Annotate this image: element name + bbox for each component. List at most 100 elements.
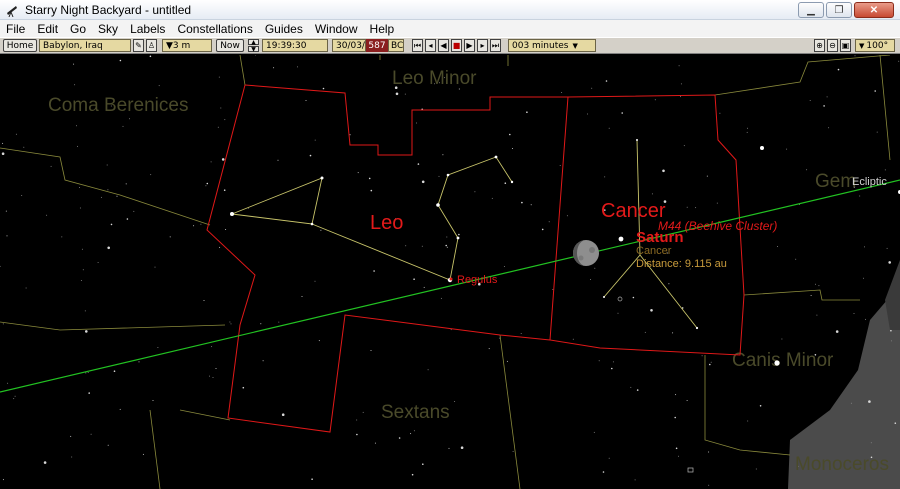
label-cancer: Cancer <box>601 200 666 222</box>
star <box>77 145 78 147</box>
close-icon: ✕ <box>869 4 879 16</box>
star <box>422 463 424 466</box>
star <box>828 127 830 129</box>
star <box>25 287 27 289</box>
time-field[interactable]: 19:39:30 <box>262 39 328 52</box>
time-up-icon[interactable]: ▲ <box>248 39 259 46</box>
star <box>242 386 245 389</box>
star <box>759 405 762 407</box>
star <box>530 204 532 206</box>
date-field[interactable]: 30/03/ <box>332 39 366 52</box>
sky-view[interactable]: Leo Minor Coma Berenices Gem Canis Minor… <box>0 55 900 489</box>
star <box>278 321 280 323</box>
star <box>591 87 593 89</box>
star <box>594 267 596 269</box>
stop-icon[interactable]: ■ <box>451 39 462 52</box>
moon[interactable] <box>573 240 599 266</box>
play-icon[interactable]: ▶ <box>464 39 475 52</box>
star <box>212 377 214 378</box>
star <box>106 164 108 166</box>
pencil-icon[interactable]: ✎ <box>133 39 144 52</box>
fov-field[interactable]: ▼ 100° <box>855 39 895 52</box>
info-distance: Distance: 9.115 au <box>636 258 727 270</box>
star <box>818 285 820 287</box>
star <box>150 174 152 176</box>
zoom-out-icon[interactable]: ⊖ <box>827 39 838 52</box>
menu-sky[interactable]: Sky <box>92 22 124 36</box>
star <box>630 386 632 388</box>
ecliptic-label: Ecliptic <box>852 176 887 188</box>
elevation-field[interactable]: ▼3 m <box>162 39 212 52</box>
window-title: Starry Night Backyard - untitled <box>25 2 192 17</box>
star <box>370 189 373 192</box>
star <box>82 269 84 271</box>
star <box>6 235 8 237</box>
era-field[interactable]: BC <box>388 39 404 52</box>
star <box>695 207 697 209</box>
restore-icon: ❐ <box>834 4 844 16</box>
step-back-icon[interactable]: ⏮ <box>412 39 423 52</box>
maximize-button[interactable]: ❐ <box>826 2 852 18</box>
star <box>602 471 605 473</box>
location-field[interactable]: Babylon, Iraq <box>39 39 131 52</box>
play-reverse-icon[interactable]: ◂ <box>425 39 436 52</box>
close-button[interactable]: ✕ <box>854 2 894 18</box>
star <box>835 330 839 333</box>
reverse-icon[interactable]: ◀ <box>438 39 449 52</box>
star <box>205 185 207 187</box>
star <box>810 295 812 296</box>
fast-forward-icon[interactable]: ▸ <box>477 39 488 52</box>
star <box>488 348 490 350</box>
star <box>119 408 121 410</box>
year-field[interactable]: 587 <box>366 39 388 52</box>
star <box>710 361 712 363</box>
menu-labels[interactable]: Labels <box>124 22 171 36</box>
saturn-marker[interactable] <box>618 236 624 242</box>
star <box>837 68 840 71</box>
star <box>859 195 861 197</box>
star <box>1 152 5 155</box>
person-icon[interactable]: ♙ <box>146 39 157 52</box>
star <box>678 455 679 457</box>
star <box>349 134 351 136</box>
star <box>133 210 135 212</box>
star <box>74 84 76 86</box>
menu-guides[interactable]: Guides <box>259 22 309 36</box>
star <box>650 309 653 312</box>
star <box>97 262 99 263</box>
star <box>890 329 892 332</box>
now-button[interactable]: Now <box>216 39 244 52</box>
star <box>853 313 855 314</box>
star <box>413 278 415 281</box>
zoom-reset-icon[interactable]: ▣ <box>840 39 851 52</box>
minimize-button[interactable]: ▁ <box>798 2 824 18</box>
star <box>427 369 429 371</box>
star <box>680 83 682 85</box>
star <box>498 337 500 339</box>
star <box>84 310 86 312</box>
star <box>806 169 808 171</box>
zoom-in-icon[interactable]: ⊕ <box>814 39 825 52</box>
step-forward-icon[interactable]: ⏭ <box>490 39 501 52</box>
menu-window[interactable]: Window <box>309 22 364 36</box>
star <box>142 453 144 455</box>
home-button[interactable]: Home <box>3 39 37 52</box>
star <box>686 400 688 401</box>
star <box>2 142 4 144</box>
star <box>356 419 358 421</box>
menu-constellations[interactable]: Constellations <box>171 22 258 36</box>
menu-go[interactable]: Go <box>64 22 92 36</box>
star <box>458 233 460 236</box>
star <box>561 92 563 93</box>
star <box>621 112 623 114</box>
menu-help[interactable]: Help <box>364 22 401 36</box>
star <box>21 195 23 196</box>
time-step-dropdown[interactable]: 003 minutes ▼ <box>508 39 596 52</box>
time-down-icon[interactable]: ▼ <box>248 46 259 53</box>
star <box>370 350 372 351</box>
menu-file[interactable]: File <box>0 22 31 36</box>
star <box>886 247 888 249</box>
menu-edit[interactable]: Edit <box>31 22 64 36</box>
star <box>314 139 316 141</box>
star <box>301 296 303 297</box>
